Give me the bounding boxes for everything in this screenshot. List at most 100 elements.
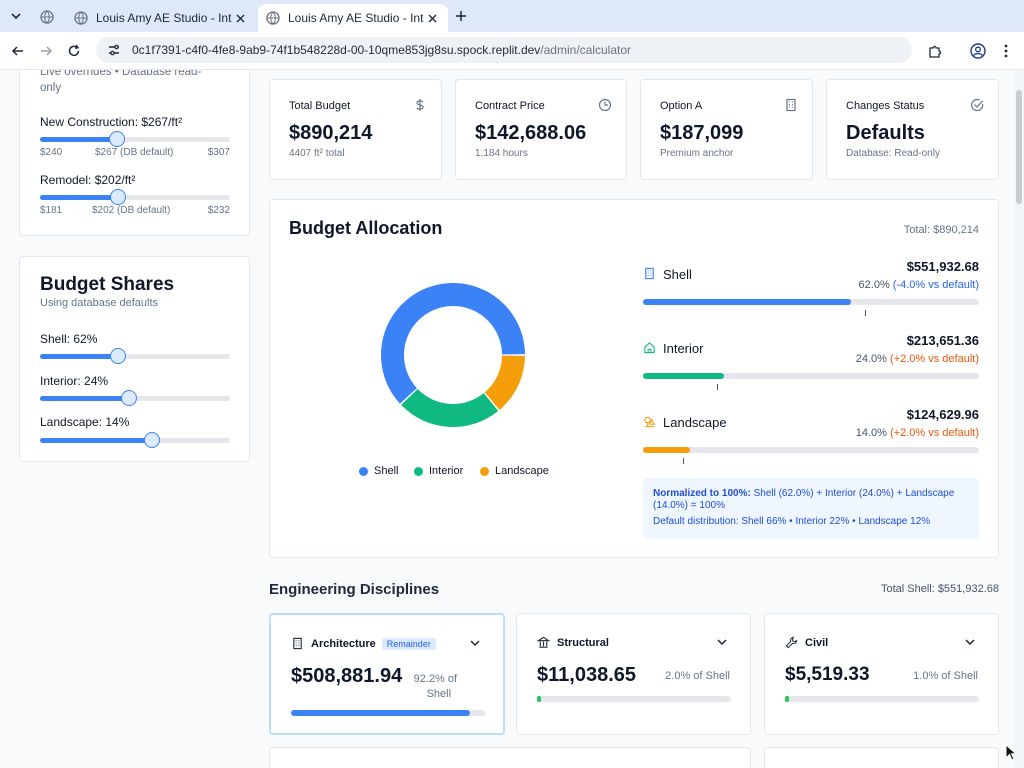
- slider-handle[interactable]: [108, 131, 125, 147]
- discipline-card-next: [764, 747, 999, 768]
- puzzle-icon: [928, 45, 941, 58]
- reload-button[interactable]: [63, 40, 85, 62]
- landscape-share-slider[interactable]: [40, 432, 230, 448]
- row-amount: $551,932.68: [906, 259, 979, 274]
- slider-handle[interactable]: [110, 189, 127, 205]
- discipline-share: 1.0% of Shell: [913, 670, 978, 682]
- arrow-left-icon: [11, 46, 23, 56]
- legend-interior: Interior: [414, 465, 463, 477]
- row-pct: 14.0%: [855, 427, 887, 439]
- profile-button[interactable]: [967, 40, 989, 62]
- allocation-bar-fill: [643, 299, 852, 305]
- chevron-down-icon[interactable]: [716, 636, 728, 648]
- allocation-row-landscape: Landscape $124,629.96 14.0% (+2.0% vs de…: [643, 406, 979, 464]
- tab-title: Louis Amy AE Studio - Interac: [288, 11, 424, 25]
- slider-fill: [40, 195, 119, 200]
- dollar-icon: [416, 99, 424, 111]
- account-icon: [970, 43, 986, 59]
- discipline-header: Structural: [537, 636, 609, 649]
- calculator-page: Live overrides • Database read- only New…: [0, 70, 1024, 768]
- tab-strip: Louis Amy AE Studio - Interac Louis Amy …: [0, 0, 1024, 32]
- row-delta: (-4.0% vs default): [892, 279, 979, 291]
- tab-1[interactable]: Louis Amy AE Studio - Interac: [66, 4, 256, 32]
- default-distribution: Default distribution: Shell 66% • Interi…: [653, 516, 931, 527]
- legend-swatch: [414, 466, 423, 476]
- kebab-menu-icon: [1004, 44, 1008, 58]
- normalization-note: Normalized to 100%: Shell (62.0%) + Inte…: [643, 478, 979, 539]
- chevron-down-icon[interactable]: [469, 637, 481, 649]
- shell-share-slider[interactable]: [40, 348, 230, 364]
- tab-title: Louis Amy AE Studio - Interac: [96, 11, 232, 25]
- discipline-bar-fill: [785, 696, 789, 702]
- discipline-header: Civil: [785, 636, 828, 649]
- row-pct: 62.0%: [858, 279, 890, 291]
- discipline-name: Civil: [805, 636, 829, 649]
- allocation-donut-chart: [381, 283, 525, 427]
- slider-handle[interactable]: [121, 390, 138, 406]
- discipline-bar-fill: [291, 710, 470, 716]
- shell-share-label: Shell: 62%: [40, 332, 98, 346]
- discipline-card-structural[interactable]: Structural $11,038.65 2.0% of Shell: [516, 613, 751, 735]
- chevron-down-icon[interactable]: [964, 636, 976, 648]
- legend-label: Landscape: [495, 465, 549, 477]
- tick-min: $240: [40, 147, 63, 158]
- discipline-card-civil[interactable]: Civil $5,519.33 1.0% of Shell: [764, 613, 999, 735]
- discipline-share: 92.2% of Shell: [414, 672, 457, 702]
- discipline-header: Architecture Remainder: [291, 637, 436, 650]
- allocation-bar: [643, 373, 979, 390]
- new-construction-label: New Construction: $267/ft²: [40, 115, 183, 129]
- engineering-title: Engineering Disciplines: [269, 581, 440, 598]
- interior-share-label: Interior: 24%: [40, 374, 109, 388]
- tick-default: $202 (DB default): [92, 205, 171, 216]
- scrollbar-thumb[interactable]: [1016, 90, 1022, 204]
- discipline-share-line: Shell: [426, 688, 452, 700]
- option-a-card: Option A $187,099 Premium anchor: [640, 79, 813, 180]
- row-amount: $124,629.96: [906, 407, 979, 422]
- discipline-bar: [291, 710, 485, 716]
- row-name: Interior: [663, 341, 704, 356]
- back-button[interactable]: [7, 40, 29, 62]
- discipline-amount: $508,881.94: [291, 665, 403, 687]
- engineering-total: Total Shell: $551,932.68: [880, 583, 999, 595]
- default-marker: [716, 384, 718, 390]
- site-info-icon[interactable]: [106, 42, 122, 58]
- legend-label: Shell: [374, 465, 399, 477]
- legend-swatch: [359, 466, 368, 476]
- stat-value: Defaults: [846, 122, 925, 144]
- stat-label: Total Budget: [289, 100, 351, 112]
- close-tab-icon[interactable]: [232, 10, 248, 26]
- stat-sub: Premium anchor: [660, 148, 734, 159]
- new-tab-button[interactable]: [451, 6, 471, 26]
- budget-shares-subtitle: Using database defaults: [40, 297, 159, 309]
- tab-search-button[interactable]: [6, 6, 26, 26]
- wrench-icon: [785, 636, 798, 649]
- tab-2-active[interactable]: Louis Amy AE Studio - Interac: [258, 4, 448, 32]
- building-icon: [786, 98, 796, 112]
- chevron-down-icon: [11, 13, 21, 20]
- default-marker: [683, 458, 685, 464]
- interior-share-slider[interactable]: [40, 390, 230, 406]
- stat-label: Option A: [660, 100, 703, 112]
- address-bar[interactable]: 0c1f7391-c4f0-4fe8-9ab9-74f1b548228d-00-…: [96, 37, 912, 63]
- slider-handle[interactable]: [144, 432, 161, 448]
- new-construction-slider[interactable]: [40, 131, 230, 147]
- slider-handle[interactable]: [109, 348, 126, 364]
- normalization-line: Normalized to 100%: Shell (62.0%) + Inte…: [653, 488, 969, 512]
- globe-icon: [266, 11, 280, 25]
- allocation-bar-fill: [643, 447, 691, 453]
- allocation-row-interior: Interior $213,651.36 24.0% (+2.0% vs def…: [643, 332, 979, 390]
- forward-button[interactable]: [35, 40, 57, 62]
- browser-menu-button[interactable]: [995, 40, 1017, 62]
- pinned-tab[interactable]: [38, 8, 56, 26]
- extensions-button[interactable]: [924, 40, 946, 62]
- stat-sub: Database: Read-only: [846, 148, 940, 159]
- close-tab-icon[interactable]: [424, 10, 440, 26]
- discipline-bar: [785, 696, 979, 702]
- tick-max: $232: [207, 205, 230, 216]
- check-circle-icon: [971, 98, 984, 112]
- total-budget-card: Total Budget $890,214 4407 ft² total: [269, 79, 442, 180]
- changes-status-card: Changes Status Defaults Database: Read-o…: [826, 79, 999, 180]
- discipline-card-architecture[interactable]: Architecture Remainder $508,881.94 92.2%…: [269, 613, 505, 735]
- discipline-card-next: [269, 747, 751, 768]
- remodel-slider[interactable]: [40, 189, 230, 205]
